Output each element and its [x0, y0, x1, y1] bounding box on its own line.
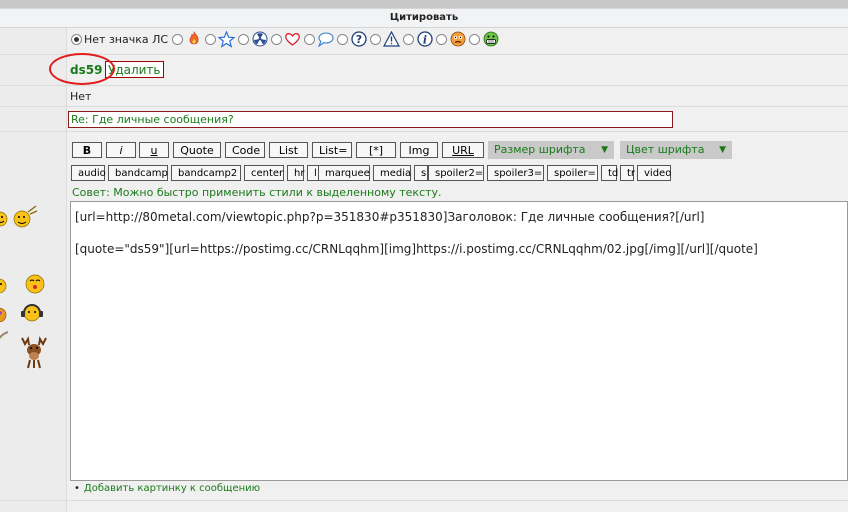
url-button[interactable]: URL	[442, 142, 484, 158]
star-icon	[218, 30, 236, 48]
tag-button-marquee[interactable]: marquee	[318, 165, 370, 181]
message-icon-selector: Нет значка ЛС ? i	[70, 30, 501, 48]
flame-icon	[185, 31, 202, 48]
italic-button[interactable]: i	[106, 142, 136, 158]
editor-line: [quote="ds59"][url=https://postimg.cc/CR…	[75, 242, 758, 256]
quote-button[interactable]: Quote	[173, 142, 221, 158]
radio-question[interactable]	[337, 33, 349, 45]
underline-button[interactable]: u	[139, 142, 169, 158]
font-size-select-label: Размер шрифта	[494, 143, 586, 156]
angry-smiley-icon	[449, 31, 466, 48]
info-icon: i	[416, 31, 433, 48]
left-column	[0, 28, 66, 512]
radio-angry[interactable]	[436, 33, 448, 45]
row-divider	[0, 131, 848, 132]
row-divider	[0, 54, 848, 55]
svg-text:?: ?	[355, 33, 361, 46]
row-divider	[0, 500, 848, 501]
tag-button-spoiler[interactable]: spoiler=	[547, 165, 598, 181]
row-divider	[0, 106, 848, 107]
smiley-icon[interactable]	[0, 276, 8, 296]
annotation-circle	[49, 53, 115, 85]
radio-speech[interactable]	[304, 33, 316, 45]
message-textarea[interactable]: [url=http://80metal.com/viewtopic.php?p=…	[70, 201, 848, 481]
speech-bubble-icon	[317, 31, 334, 48]
smiley-icon[interactable]	[0, 208, 8, 230]
radio-radiation[interactable]	[238, 33, 250, 45]
font-size-select[interactable]: Размер шрифта ▼	[488, 141, 614, 159]
add-image-link-label: Добавить картинку к сообщению	[83, 483, 261, 494]
chevron-down-icon: ▼	[719, 145, 726, 155]
warning-icon	[383, 31, 401, 48]
tag-button-td[interactable]: td	[601, 165, 618, 181]
svg-text:i: i	[422, 34, 426, 47]
tag-button-bandcamp2[interactable]: bandcamp2	[171, 165, 241, 181]
code-button[interactable]: Code	[225, 142, 265, 158]
tag-button-hr[interactable]: hr	[287, 165, 304, 181]
radio-warning[interactable]	[370, 33, 382, 45]
tag-button-bandcamp[interactable]: bandcamp	[108, 165, 168, 181]
bold-button[interactable]: B	[72, 142, 102, 158]
editor-line: [url=http://80metal.com/viewtopic.php?p=…	[75, 210, 705, 224]
kiss-smiley-icon[interactable]	[24, 273, 46, 295]
list-button[interactable]: List	[269, 142, 308, 158]
bullet-icon: •	[74, 483, 80, 494]
radio-flame[interactable]	[172, 33, 184, 45]
img-button[interactable]: Img	[400, 142, 438, 158]
chevron-down-icon: ▼	[601, 145, 608, 155]
cool-smiley-icon[interactable]	[10, 204, 38, 230]
field-value-net: Нет	[70, 90, 92, 103]
radio-grin[interactable]	[469, 33, 481, 45]
font-color-select-label: Цвет шрифта	[626, 143, 705, 156]
radio-heart[interactable]	[271, 33, 283, 45]
section-header: Цитировать	[0, 8, 848, 28]
top-bar	[0, 0, 848, 8]
tag-button-video[interactable]: video	[637, 165, 671, 181]
font-color-select[interactable]: Цвет шрифта ▼	[620, 141, 732, 159]
heart-icon	[284, 31, 301, 48]
radio-no-icon[interactable]	[71, 33, 82, 45]
tag-button-s[interactable]: s	[414, 165, 428, 181]
tag-button-media[interactable]: media	[373, 165, 411, 181]
question-icon: ?	[350, 31, 367, 48]
subject-input[interactable]: Re: Где личные сообщения?	[68, 111, 673, 128]
radio-info[interactable]	[403, 33, 415, 45]
formatting-tip: Совет: Можно быстро применить стили к вы…	[72, 186, 442, 199]
row-divider	[0, 85, 848, 86]
tag-button-spoiler3[interactable]: spoiler3=	[487, 165, 544, 181]
radiation-icon	[251, 31, 268, 48]
list-item-button[interactable]: [*]	[356, 142, 396, 158]
radio-star[interactable]	[205, 33, 217, 45]
headphones-smiley-icon[interactable]	[20, 302, 44, 324]
tag-button-audio[interactable]: audio	[71, 165, 106, 181]
add-image-link[interactable]: • Добавить картинку к сообщению	[74, 483, 260, 494]
moose-smiley-icon[interactable]	[16, 334, 52, 370]
list-ordered-button[interactable]: List=	[312, 142, 352, 158]
grin-smiley-icon	[482, 31, 499, 48]
tag-button-center[interactable]: center	[244, 165, 284, 181]
tag-button-spoiler2[interactable]: spoiler2=	[428, 165, 484, 181]
smiley-icon[interactable]	[0, 330, 10, 344]
no-icon-label: Нет значка ЛС	[84, 32, 169, 46]
dizzy-smiley-icon[interactable]	[0, 305, 8, 325]
tag-button-tr[interactable]: tr	[620, 165, 635, 181]
